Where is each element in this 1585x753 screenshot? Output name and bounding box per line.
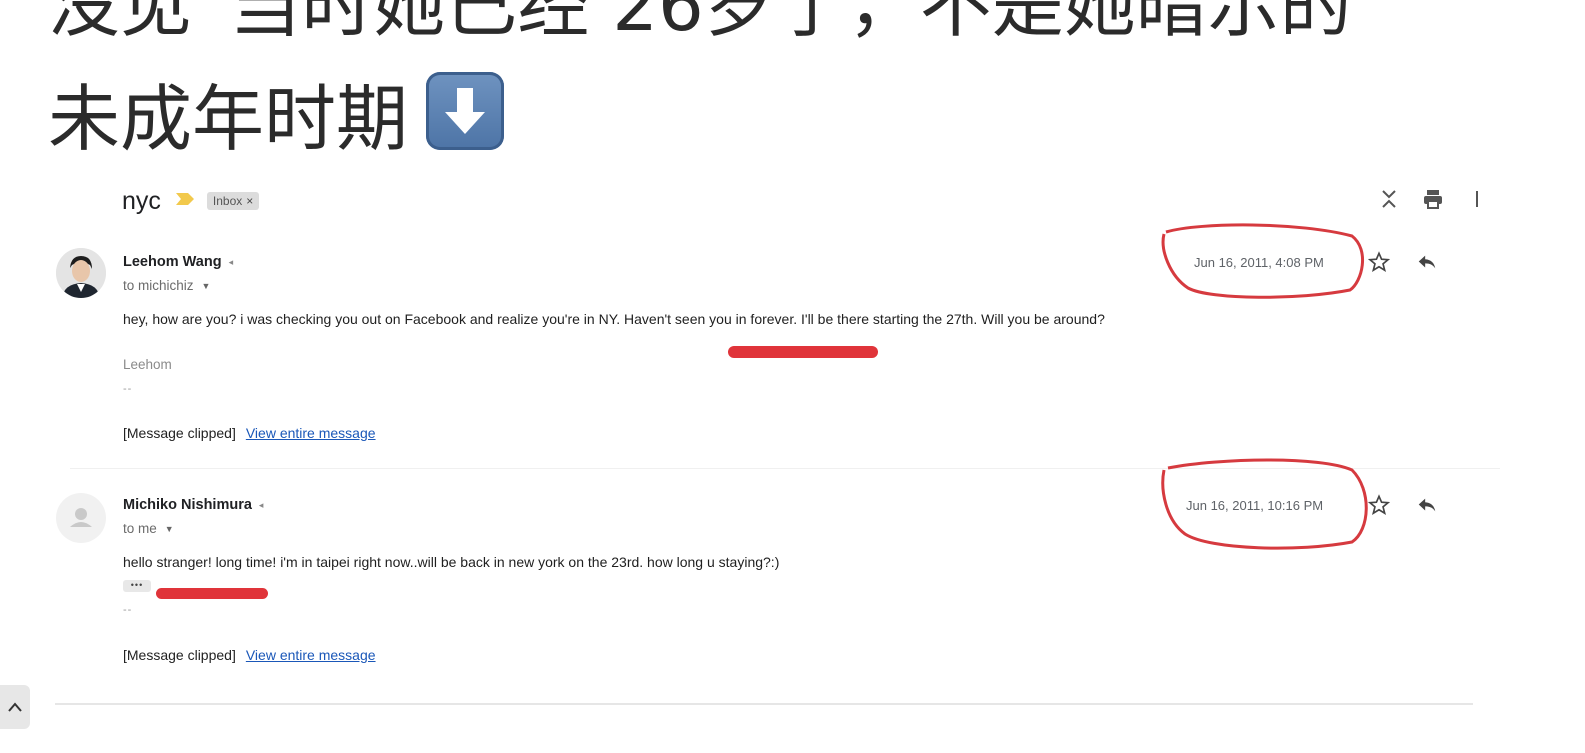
page: 没见”当时她已经 26岁了，不是她暗示的 未成年时期 nyc Inbox × L… — [0, 0, 1585, 753]
down-arrow-emoji-icon — [426, 72, 505, 150]
clipped-notice: [Message clipped] View entire message — [123, 425, 376, 441]
sender-details-icon[interactable]: ◂ — [229, 257, 234, 268]
sender-details-icon[interactable]: ◂ — [259, 500, 264, 511]
message-date: Jun 16, 2011, 10:16 PM — [1186, 498, 1324, 513]
sender-name[interactable]: Michiko Nishimura — [123, 497, 252, 513]
recipient-text: to michichiz — [123, 278, 194, 293]
view-entire-message-link[interactable]: View entire message — [246, 425, 376, 441]
chevron-up-icon — [8, 702, 22, 712]
sender-row: Michiko Nishimura ◂ — [123, 497, 263, 513]
signature-dashes: -- — [123, 383, 133, 395]
sender-name[interactable]: Leehom Wang — [123, 254, 222, 270]
print-icon[interactable] — [1420, 186, 1446, 212]
signature: Leehom — [123, 357, 172, 372]
recipient-row: to me ▼ — [123, 521, 174, 536]
message-body: hello stranger! long time! i'm in taipei… — [123, 554, 780, 570]
signature-dashes: -- — [123, 604, 133, 616]
message-divider — [70, 468, 1500, 469]
message-actions — [1366, 492, 1440, 518]
star-icon[interactable] — [1366, 249, 1392, 275]
avatar-leehom — [56, 248, 106, 298]
recipient-text: to me — [123, 521, 157, 536]
expand-collapse-icon[interactable] — [1376, 186, 1402, 212]
recipient-row: to michichiz ▼ — [123, 278, 210, 293]
bottom-rule — [55, 703, 1473, 705]
clipped-text: [Message clipped] — [123, 425, 236, 441]
message-body: hey, how are you? i was checking you out… — [123, 311, 1105, 327]
red-underline-annotation — [728, 346, 878, 358]
recipient-dropdown-icon[interactable]: ▼ — [202, 281, 211, 291]
remove-label-icon[interactable]: × — [246, 194, 253, 208]
thread-toolbar — [1376, 186, 1490, 212]
inbox-label-text: Inbox — [212, 194, 243, 208]
reply-icon[interactable] — [1414, 249, 1440, 275]
more-icon[interactable] — [1464, 186, 1490, 212]
red-underline-annotation — [156, 588, 268, 599]
caption-line-1: 没见”当时她已经 26岁了，不是她暗示的 — [48, 0, 1352, 47]
thread-subject: nyc — [122, 186, 161, 215]
clipped-text: [Message clipped] — [123, 647, 236, 663]
thread-header: nyc Inbox × — [122, 184, 260, 218]
important-marker-icon[interactable] — [175, 191, 195, 212]
view-entire-message-link[interactable]: View entire message — [246, 647, 376, 663]
caption-line-2-text: 未成年时期 — [48, 77, 409, 161]
inbox-label-chip[interactable]: Inbox × — [206, 192, 260, 210]
clipped-notice: [Message clipped] View entire message — [123, 647, 376, 663]
message-date: Jun 16, 2011, 4:08 PM — [1194, 255, 1324, 270]
scroll-to-top-button[interactable] — [0, 685, 30, 729]
reply-icon[interactable] — [1414, 492, 1440, 518]
star-icon[interactable] — [1366, 492, 1392, 518]
caption-line-2: 未成年时期 — [48, 72, 1528, 162]
message-actions — [1366, 249, 1440, 275]
avatar-default-icon — [56, 493, 106, 543]
sender-row: Leehom Wang ◂ — [123, 254, 233, 270]
show-trimmed-content-button[interactable]: ••• — [123, 580, 151, 592]
recipient-dropdown-icon[interactable]: ▼ — [165, 524, 174, 534]
